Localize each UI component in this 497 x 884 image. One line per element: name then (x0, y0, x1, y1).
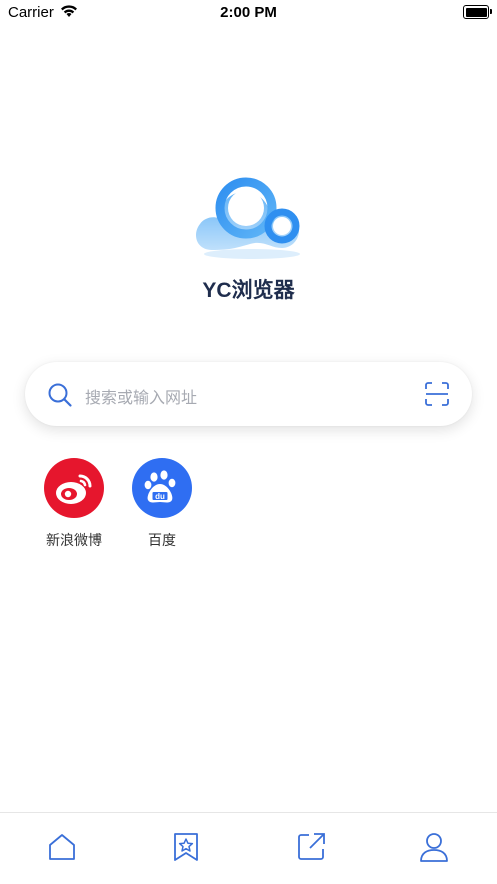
search-bar[interactable]: 搜索或输入网址 (25, 362, 472, 426)
search-input[interactable]: 搜索或输入网址 (85, 384, 197, 408)
shortcut-weibo[interactable]: 新浪微博 (34, 458, 114, 550)
bookmark-star-icon[interactable] (170, 831, 202, 863)
svg-text:du: du (155, 492, 165, 501)
battery-icon (463, 5, 492, 19)
shortcut-label: 新浪微博 (46, 532, 102, 548)
shortcut-label: 百度 (148, 532, 176, 548)
weibo-icon (44, 458, 104, 518)
user-icon[interactable] (418, 831, 450, 863)
tab-bar (0, 812, 497, 884)
app-title: YC浏览器 (202, 279, 295, 302)
baidu-paw-icon: du (132, 458, 192, 518)
open-external-icon[interactable] (295, 831, 327, 863)
home-icon[interactable] (46, 831, 78, 863)
shortcut-baidu[interactable]: du 百度 (122, 458, 202, 550)
status-bar: Carrier 2:00 PM (0, 0, 497, 26)
search-icon (48, 383, 72, 407)
scan-icon[interactable] (424, 381, 450, 407)
cloud-logo-icon (196, 177, 300, 259)
clock: 2:00 PM (220, 4, 277, 21)
